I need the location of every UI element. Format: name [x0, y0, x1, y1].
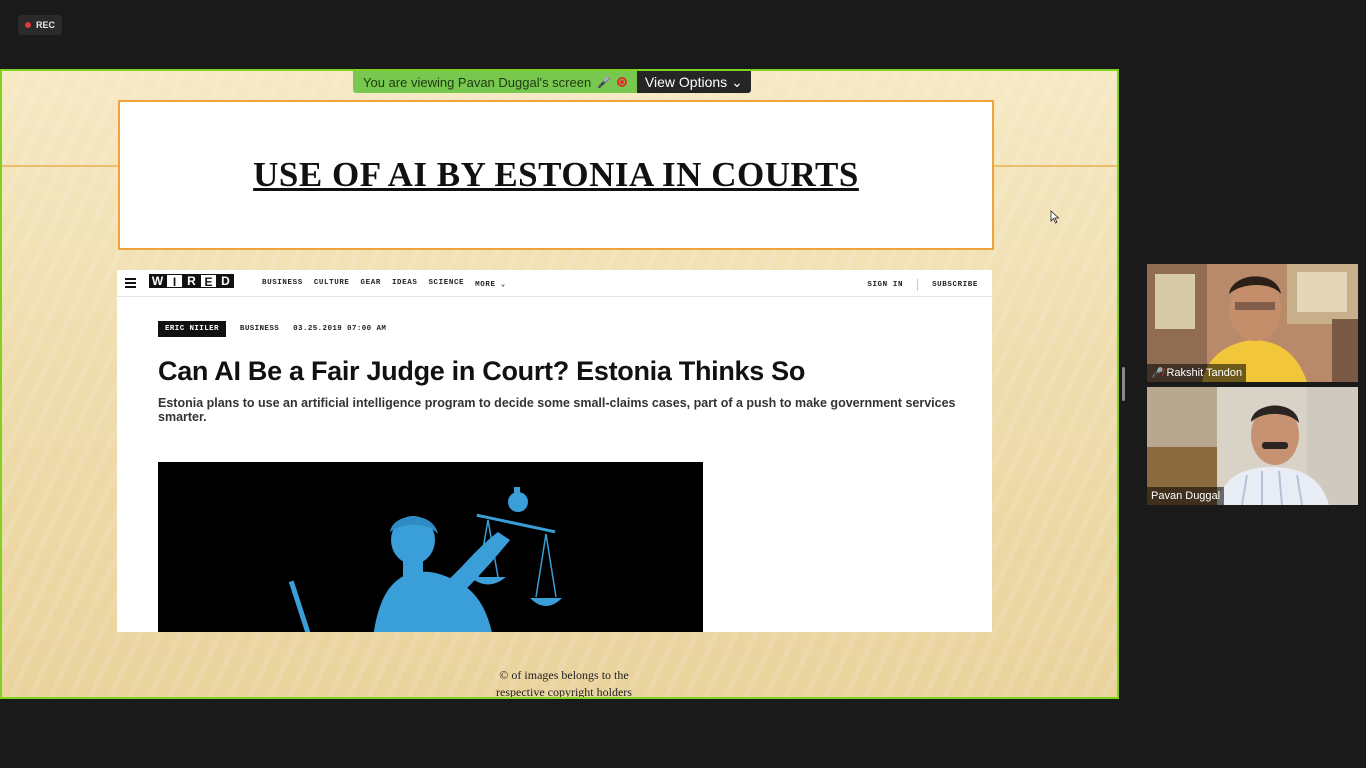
- article-dek: Estonia plans to use an artificial intel…: [158, 396, 956, 424]
- article-meta: ERIC NIILER BUSINESS 03.25.2019 07:00 AM: [158, 321, 386, 337]
- record-dot-icon: [24, 22, 31, 28]
- participant-name: Rakshit Tandon: [1166, 367, 1243, 379]
- wired-logo-letter: R: [183, 274, 200, 288]
- wired-logo: W I R E D: [149, 274, 234, 289]
- article-author: ERIC NIILER: [158, 321, 226, 337]
- copyright-line: © of images belongs to the: [499, 668, 629, 682]
- wired-nav-item: CULTURE: [313, 279, 350, 287]
- wired-nav-more: MORE ⌄: [475, 281, 506, 289]
- wired-sign-in: SIGN IN: [867, 281, 904, 289]
- view-options-label: View Options: [644, 74, 728, 90]
- wired-nav-bar: W I R E D BUSINESS CULTURE GEAR IDEAS SC…: [117, 270, 992, 297]
- share-banner-text: You are viewing Pavan Duggal's screen: [363, 74, 592, 90]
- mic-icon: 🎤: [597, 76, 611, 89]
- copyright-line: respective copyright holders: [496, 685, 632, 699]
- mouse-cursor-icon: [1050, 210, 1060, 224]
- chevron-down-icon: ⌄: [500, 281, 506, 289]
- divider: [917, 279, 919, 291]
- article-headline: Can AI Be a Fair Judge in Court? Estonia…: [158, 356, 806, 386]
- wired-nav-item: IDEAS: [391, 279, 418, 287]
- wired-logo-letter: W: [149, 274, 166, 288]
- share-banner-message: You are viewing Pavan Duggal's screen 🎤: [353, 71, 637, 93]
- recording-indicator-icon: [616, 77, 627, 87]
- wired-nav-item: SCIENCE: [428, 279, 465, 287]
- participant-name-label: Pavan Duggal: [1147, 487, 1225, 505]
- recording-label: REC: [35, 20, 55, 30]
- wired-logo-letter: D: [217, 274, 234, 288]
- mic-muted-icon: 🎤̸: [1151, 367, 1164, 379]
- wired-nav-item: GEAR: [360, 279, 381, 287]
- share-banner: You are viewing Pavan Duggal's screen 🎤 …: [353, 71, 751, 93]
- chevron-down-icon: ⌄: [731, 73, 743, 90]
- wired-subscribe: SUBSCRIBE: [932, 281, 978, 289]
- panel-resize-handle[interactable]: [1122, 367, 1125, 401]
- wired-article-screenshot: W I R E D BUSINESS CULTURE GEAR IDEAS SC…: [117, 270, 992, 632]
- slide-title-box: USE OF AI BY ESTONIA IN COURTS: [118, 100, 994, 250]
- article-section: BUSINESS: [239, 325, 280, 333]
- view-options-button[interactable]: View Options ⌄: [636, 71, 751, 93]
- shared-screen[interactable]: You are viewing Pavan Duggal's screen 🎤 …: [0, 69, 1119, 699]
- participant-name-label: 🎤̸ Rakshit Tandon: [1147, 364, 1247, 382]
- wired-nav-item: BUSINESS: [262, 279, 303, 287]
- wired-logo-letter: E: [200, 274, 217, 289]
- recording-badge[interactable]: REC: [18, 15, 62, 35]
- copyright-note: © of images belongs to the respective co…: [464, 667, 664, 699]
- hamburger-menu-icon: [125, 278, 136, 290]
- participant-video-rakshit-tandon[interactable]: 🎤̸ Rakshit Tandon: [1147, 264, 1358, 382]
- participant-video-pavan-duggal[interactable]: Pavan Duggal: [1147, 387, 1358, 505]
- wired-nav-links: BUSINESS CULTURE GEAR IDEAS SCIENCE MORE…: [262, 279, 506, 289]
- slide-title: USE OF AI BY ESTONIA IN COURTS: [253, 155, 859, 194]
- lady-justice-image: [158, 462, 703, 632]
- article-date: 03.25.2019 07:00 AM: [293, 325, 387, 333]
- participant-name: Pavan Duggal: [1151, 490, 1221, 502]
- wired-logo-letter: I: [166, 274, 183, 289]
- wired-account-links: SIGN IN SUBSCRIBE: [867, 279, 978, 291]
